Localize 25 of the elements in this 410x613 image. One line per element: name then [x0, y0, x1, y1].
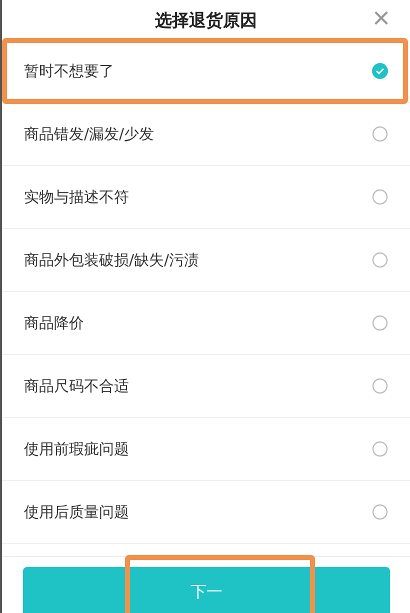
reason-label: 商品降价 [24, 314, 84, 332]
radio-icon [372, 252, 388, 268]
check-icon [372, 63, 388, 79]
reason-option[interactable]: 使用后质量问题 [2, 481, 410, 544]
reason-option[interactable]: 暂时不想要了 [2, 40, 410, 103]
reason-label: 实物与描述不符 [24, 188, 129, 206]
reason-label: 暂时不想要了 [24, 62, 114, 80]
radio-icon [372, 315, 388, 331]
reason-option[interactable]: 商品尺码不合适 [2, 355, 410, 418]
reason-label: 使用前瑕疵问题 [24, 440, 129, 458]
reason-option[interactable]: 使用前瑕疵问题 [2, 418, 410, 481]
reason-label: 商品外包装破损/缺失/污渍 [24, 250, 200, 270]
radio-icon [372, 126, 388, 142]
reason-label: 商品尺码不合适 [24, 376, 129, 396]
reason-option[interactable]: 实物与描述不符 [2, 166, 410, 229]
radio-icon [372, 189, 388, 205]
reason-option[interactable]: 商品错发/漏发/少发 [2, 103, 410, 166]
radio-icon [372, 441, 388, 457]
reason-option[interactable]: 商品降价 [2, 292, 410, 355]
reason-option[interactable]: 商品外包装破损/缺失/污渍 [2, 229, 410, 292]
dialog-title: 选择退货原因 [155, 10, 257, 32]
radio-icon [372, 378, 388, 394]
radio-icon [372, 504, 388, 520]
reason-label: 使用后质量问题 [24, 502, 129, 522]
reason-label: 商品错发/漏发/少发 [24, 124, 154, 144]
